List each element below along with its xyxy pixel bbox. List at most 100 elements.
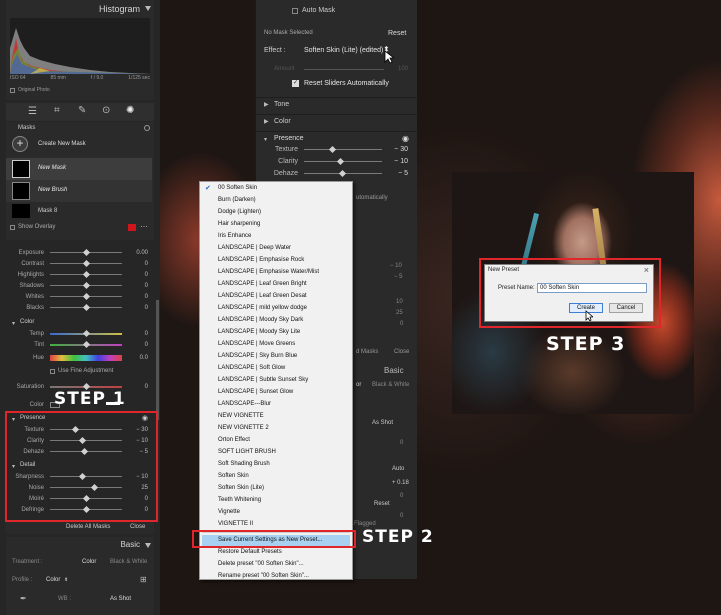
reset-sliders-checkbox[interactable]: ✓ [292,80,299,87]
visibility-eye-icon[interactable]: ◉ [402,134,409,143]
slider-value[interactable]: − 30 [394,146,408,153]
slider-value[interactable]: 0 [145,384,148,390]
masks-help-icon[interactable] [144,125,150,131]
menu-item[interactable]: LANDSCAPE---Blur [218,401,271,407]
presence-section-title[interactable]: Presence [274,135,304,142]
amount-track[interactable] [304,69,384,70]
menu-item[interactable]: SOFT LIGHT BRUSH [218,449,276,455]
mask-item[interactable]: New Brush [6,180,152,202]
wb-eyedropper-icon[interactable]: ✒ [20,594,27,603]
menu-item[interactable]: Soft Shading Brush [218,461,270,467]
rename-preset-item[interactable]: Rename preset "00 Soften Skin"... [218,573,309,579]
menu-item[interactable]: LANDSCAPE | Leaf Green Desat [218,293,307,299]
slider-knob[interactable] [336,157,345,166]
slider-value[interactable]: 0.00 [136,250,148,256]
menu-item[interactable]: 00 Soften Skin [218,185,257,191]
profile-browser-icon[interactable]: ⊞ [140,575,147,584]
edit-sliders-icon[interactable]: ☰ [28,106,37,117]
slider-knob[interactable] [82,248,91,257]
slider-value[interactable]: − 5 [398,170,408,177]
slider-knob[interactable] [82,340,91,349]
slider-value[interactable]: 0 [145,331,148,337]
create-mask-icon[interactable]: + [12,136,28,152]
delete-preset-item[interactable]: Delete preset "00 Soften Skin"... [218,561,304,567]
effect-dropdown[interactable]: Soften Skin (Lite) (edited) [304,47,383,54]
slider-value[interactable]: 0 [145,272,148,278]
presence-expand-icon[interactable]: ▾ [264,136,267,143]
slider-knob[interactable] [328,145,337,154]
menu-item[interactable]: LANDSCAPE | Moody Sky Dark [218,317,303,323]
mask-item[interactable]: New Mask [6,158,152,180]
menu-item[interactable]: LANDSCAPE | Deep Water [218,245,291,251]
delete-all-masks-button[interactable]: Delete All Masks [66,524,110,530]
slider-knob[interactable] [82,303,91,312]
reset-button[interactable]: Reset [388,30,406,37]
menu-item[interactable]: VIGNETTE II [218,521,253,527]
close-masks-button[interactable]: Close [130,524,145,530]
slider-knob[interactable] [82,270,91,279]
slider-knob[interactable] [82,281,91,290]
menu-item[interactable]: LANDSCAPE | mild yellow dodge [218,305,307,311]
slider-value[interactable]: 0 [145,305,148,311]
menu-item[interactable]: LANDSCAPE | Soft Glow [218,365,285,371]
mask-item[interactable]: Mask 8 [6,204,152,218]
slider-knob[interactable] [82,259,91,268]
menu-item[interactable]: Iris Enhance [218,233,251,239]
wb-dropdown[interactable]: As Shot [110,596,131,602]
menu-item[interactable]: LANDSCAPE | Sky Burn Blue [218,353,297,359]
tone-section[interactable]: ▶ Tone [256,97,418,111]
histogram-collapse-icon[interactable] [145,6,151,11]
profile-dropdown[interactable]: Color [46,577,60,583]
restore-default-presets-item[interactable]: Restore Default Presets [218,549,282,555]
menu-item[interactable]: LANDSCAPE | Sunset Glow [218,389,293,395]
basic-collapse-icon[interactable] [145,543,151,548]
slider-value[interactable]: 0 [145,283,148,289]
slider-value[interactable]: 0 [145,342,148,348]
menu-item[interactable]: Dodge (Lighten) [218,209,261,215]
color-section-title[interactable]: Color [20,319,34,325]
create-new-mask-button[interactable]: Create New Mask [38,141,86,147]
more-options-icon[interactable]: ⋯ [140,222,148,231]
menu-item[interactable]: NEW VIGNETTE 2 [218,425,269,431]
menu-item[interactable]: Hair sharpening [218,221,260,227]
background-fragment[interactable]: Auto [392,466,404,472]
color-section[interactable]: ▶ Color [256,114,418,128]
menu-item[interactable]: Soften Skin (Lite) [218,485,264,491]
menu-item[interactable]: NEW VIGNETTE [218,413,264,419]
menu-item[interactable]: Orton Effect [218,437,250,443]
slider-knob[interactable] [338,169,347,178]
slider-value[interactable]: 0 [145,261,148,267]
overlay-color-swatch[interactable] [128,224,136,231]
menu-item[interactable]: LANDSCAPE | Leaf Green Bright [218,281,307,287]
basic-title[interactable]: Basic [120,540,140,549]
healing-icon[interactable]: ✎ [78,105,86,116]
slider-value[interactable]: 0.0 [140,355,148,361]
menu-item[interactable]: Burn (Darken) [218,197,256,203]
fine-adjustment-checkbox[interactable] [50,369,55,374]
menu-item[interactable]: LANDSCAPE | Emphasise Water/Mist [218,269,319,275]
menu-item[interactable]: LANDSCAPE | Emphasise Rock [218,257,304,263]
scrollbar[interactable] [156,300,159,420]
original-photo-checkbox[interactable] [10,88,15,93]
slider-track[interactable] [304,149,382,150]
slider-knob[interactable] [82,292,91,301]
slider-value[interactable]: − 10 [394,158,408,165]
menu-item[interactable]: Vignette [218,509,240,515]
menu-item[interactable]: LANDSCAPE | Moody Sky Lite [218,329,300,335]
treatment-color-button[interactable]: Color [82,559,96,565]
color-expand-icon[interactable]: ▶ [264,118,269,125]
masking-icon[interactable]: ✺ [126,105,134,116]
tone-expand-icon[interactable]: ▶ [264,101,269,108]
slider-value[interactable]: 0 [145,294,148,300]
menu-item[interactable]: LANDSCAPE | Move Greens [218,341,295,347]
menu-item[interactable]: Soften Skin [218,473,249,479]
crop-icon[interactable]: ⌗ [54,105,60,116]
color-expand-icon[interactable]: ▾ [12,320,15,327]
profile-dropdown-icon[interactable]: ⬍ [64,577,68,583]
slider-knob[interactable] [82,329,91,338]
redeye-icon[interactable]: ⊙ [102,105,110,116]
treatment-bw-button[interactable]: Black & White [110,559,147,565]
menu-item[interactable]: LANDSCAPE | Subtle Sunset Sky [218,377,308,383]
hue-track[interactable] [50,355,122,361]
menu-item[interactable]: Teeth Whitening [218,497,261,503]
